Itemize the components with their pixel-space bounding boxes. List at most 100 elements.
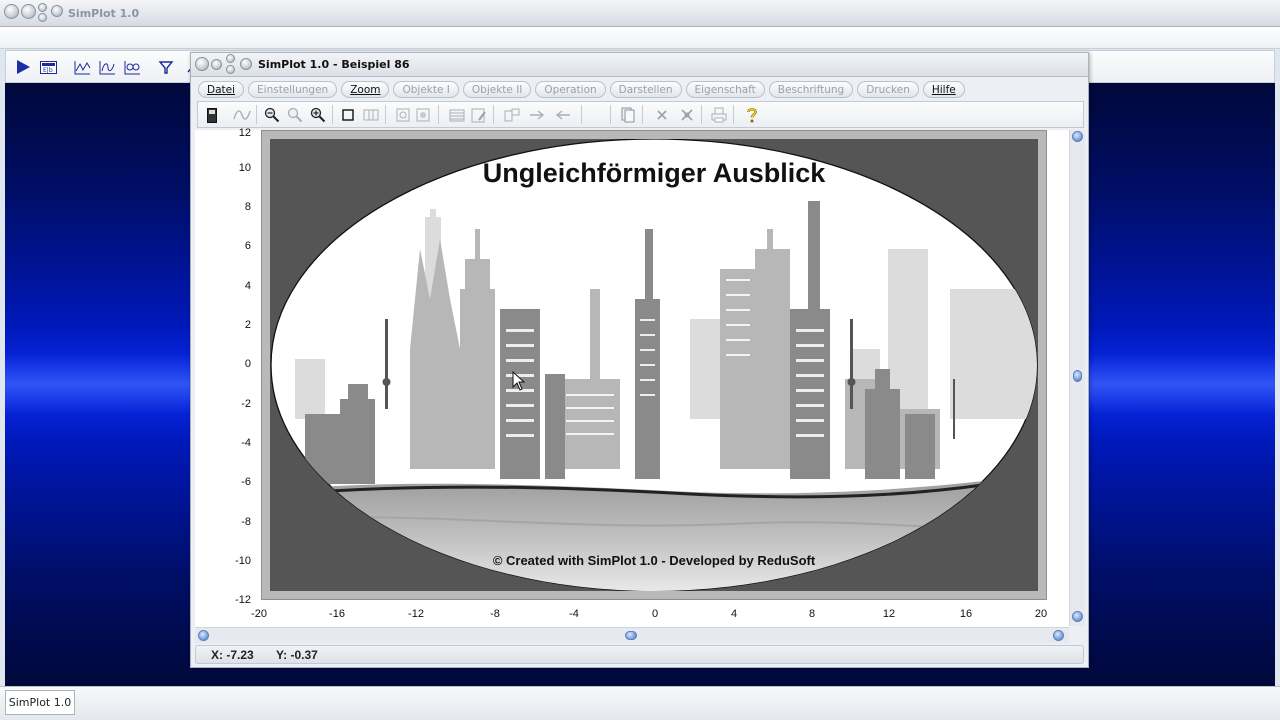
status-bar: X: -7.23 Y: -0.37 bbox=[195, 645, 1084, 664]
horizontal-scroll-thumb[interactable] bbox=[625, 631, 637, 640]
x-tick-label: 0 bbox=[651, 608, 659, 620]
delete-all-icon[interactable] bbox=[678, 106, 696, 124]
toolbar-separator bbox=[332, 105, 333, 124]
y-tick-label: -6 bbox=[241, 476, 251, 488]
main-titlebar: SimPlot 1.0 bbox=[0, 0, 1280, 27]
menu-hilfe[interactable]: Hilfe bbox=[922, 81, 965, 98]
menu-objekte-2[interactable]: Objekte II bbox=[462, 81, 532, 98]
doc-maximize-button[interactable] bbox=[226, 54, 235, 63]
menu-eigenschaft[interactable]: Eigenschaft bbox=[685, 81, 765, 98]
calculator-icon[interactable] bbox=[203, 106, 221, 124]
doc-restore-button[interactable] bbox=[226, 65, 235, 74]
image-frame: Ungleichförmiger Ausblick © Created with… bbox=[261, 130, 1047, 600]
help-icon[interactable] bbox=[743, 106, 761, 124]
y-tick-label: 6 bbox=[244, 240, 251, 252]
taskbar-item-simplot[interactable]: SimPlot 1.0 bbox=[5, 690, 75, 715]
doc-minimize-button[interactable] bbox=[211, 59, 222, 70]
toolbar-separator bbox=[438, 105, 439, 124]
frame-alt-icon[interactable] bbox=[414, 106, 432, 124]
play-icon[interactable] bbox=[14, 59, 32, 75]
skyline-illustration bbox=[270, 139, 1038, 591]
toolbar-separator bbox=[642, 105, 643, 124]
frame-icon[interactable] bbox=[394, 106, 412, 124]
y-tick-label: -4 bbox=[241, 437, 251, 449]
document-window: SimPlot 1.0 - Beispiel 86 Datei Einstell… bbox=[190, 52, 1089, 668]
arrow-left-icon[interactable] bbox=[554, 106, 572, 124]
function-icon[interactable] bbox=[157, 59, 175, 75]
main-menubar bbox=[0, 27, 1280, 49]
menu-beschriftung[interactable]: Beschriftung bbox=[768, 81, 854, 98]
toolbar-separator bbox=[610, 105, 611, 124]
y-tick-label: -8 bbox=[241, 516, 251, 528]
x-tick-label: 8 bbox=[808, 608, 816, 620]
scroll-down-button[interactable] bbox=[1072, 611, 1083, 622]
maximize-window-button[interactable] bbox=[38, 3, 47, 12]
toolbar-separator bbox=[701, 105, 702, 124]
rectangle-icon[interactable] bbox=[339, 106, 357, 124]
grid-icon[interactable] bbox=[362, 106, 380, 124]
x-tick-label: 20 bbox=[1034, 608, 1048, 620]
y-tick-label: 0 bbox=[244, 358, 251, 370]
plot-title: Ungleichförmiger Ausblick bbox=[482, 158, 826, 188]
menu-objekte-1[interactable]: Objekte I bbox=[393, 81, 459, 98]
delete-icon[interactable] bbox=[653, 106, 671, 124]
calc-icon[interactable]: E|b bbox=[39, 59, 57, 75]
param-graph-icon[interactable] bbox=[98, 59, 116, 75]
taskbar: SimPlot 1.0 bbox=[0, 686, 1280, 720]
close-window-button[interactable] bbox=[4, 4, 19, 19]
toolbar-separator bbox=[733, 105, 734, 124]
document-toolbar bbox=[197, 101, 1084, 128]
scroll-up-button[interactable] bbox=[1072, 131, 1083, 142]
y-tick-label: 10 bbox=[238, 162, 251, 174]
print-icon[interactable] bbox=[710, 106, 728, 124]
document-menubar: Datei Einstellungen Zoom Objekte I Objek… bbox=[198, 81, 965, 99]
x-tick-label: -8 bbox=[490, 608, 500, 620]
x-tick-label: 4 bbox=[730, 608, 738, 620]
y-tick-label: -2 bbox=[241, 398, 251, 410]
x-tick-label: 12 bbox=[882, 608, 896, 620]
menu-darstellen[interactable]: Darstellen bbox=[609, 81, 682, 98]
svg-text:E|b: E|b bbox=[43, 67, 53, 74]
restore-window-button[interactable] bbox=[38, 13, 47, 22]
y-tick-label: 2 bbox=[244, 319, 251, 331]
y-tick-label: 12 bbox=[238, 127, 251, 139]
vertical-scrollbar[interactable] bbox=[1069, 130, 1085, 626]
table-edit-icon[interactable] bbox=[470, 106, 488, 124]
scroll-right-button[interactable] bbox=[1053, 630, 1064, 641]
menu-einstellungen[interactable]: Einstellungen bbox=[248, 81, 338, 98]
mouse-cursor-icon bbox=[512, 371, 526, 391]
toolbar-separator bbox=[256, 105, 257, 124]
x-tick-label: -16 bbox=[329, 608, 345, 620]
minimize-window-button[interactable] bbox=[21, 4, 36, 19]
zoom-in-icon[interactable] bbox=[309, 106, 327, 124]
line-graph-icon[interactable] bbox=[73, 59, 91, 75]
copy-right-icon[interactable] bbox=[503, 106, 521, 124]
y-tick-label: 4 bbox=[244, 280, 251, 292]
doc-close-button[interactable] bbox=[195, 57, 209, 71]
arrow-right-icon[interactable] bbox=[528, 106, 546, 124]
cursor-y-readout: Y: -0.37 bbox=[276, 648, 318, 662]
plot-area[interactable]: 12 10 8 6 4 2 0 -2 -4 -6 -8 -10 -12 Ungl… bbox=[195, 127, 1069, 627]
table-graph-icon[interactable] bbox=[123, 59, 141, 75]
y-tick-label: -10 bbox=[235, 555, 251, 567]
document-title: SimPlot 1.0 - Beispiel 86 bbox=[258, 58, 410, 71]
pages-icon[interactable] bbox=[619, 106, 637, 124]
x-tick-label: -20 bbox=[251, 608, 267, 620]
trace-icon[interactable] bbox=[233, 106, 251, 124]
zoom-icon[interactable] bbox=[286, 106, 304, 124]
menu-datei[interactable]: Datei bbox=[198, 81, 245, 98]
zoom-out-icon[interactable] bbox=[263, 106, 281, 124]
menu-drucken[interactable]: Drucken bbox=[857, 81, 919, 98]
horizontal-scrollbar[interactable] bbox=[195, 627, 1069, 643]
doc-menu-button[interactable] bbox=[240, 58, 252, 70]
table-icon[interactable] bbox=[448, 106, 466, 124]
x-tick-label: -12 bbox=[408, 608, 424, 620]
menu-zoom[interactable]: Zoom bbox=[341, 81, 390, 98]
document-titlebar[interactable]: SimPlot 1.0 - Beispiel 86 bbox=[191, 53, 1088, 77]
scroll-left-button[interactable] bbox=[198, 630, 209, 641]
app-title: SimPlot 1.0 bbox=[68, 7, 140, 20]
y-tick-label: 8 bbox=[244, 201, 251, 213]
app-menu-button[interactable] bbox=[51, 5, 63, 17]
menu-operation[interactable]: Operation bbox=[535, 81, 606, 98]
vertical-scroll-thumb[interactable] bbox=[1073, 370, 1082, 382]
